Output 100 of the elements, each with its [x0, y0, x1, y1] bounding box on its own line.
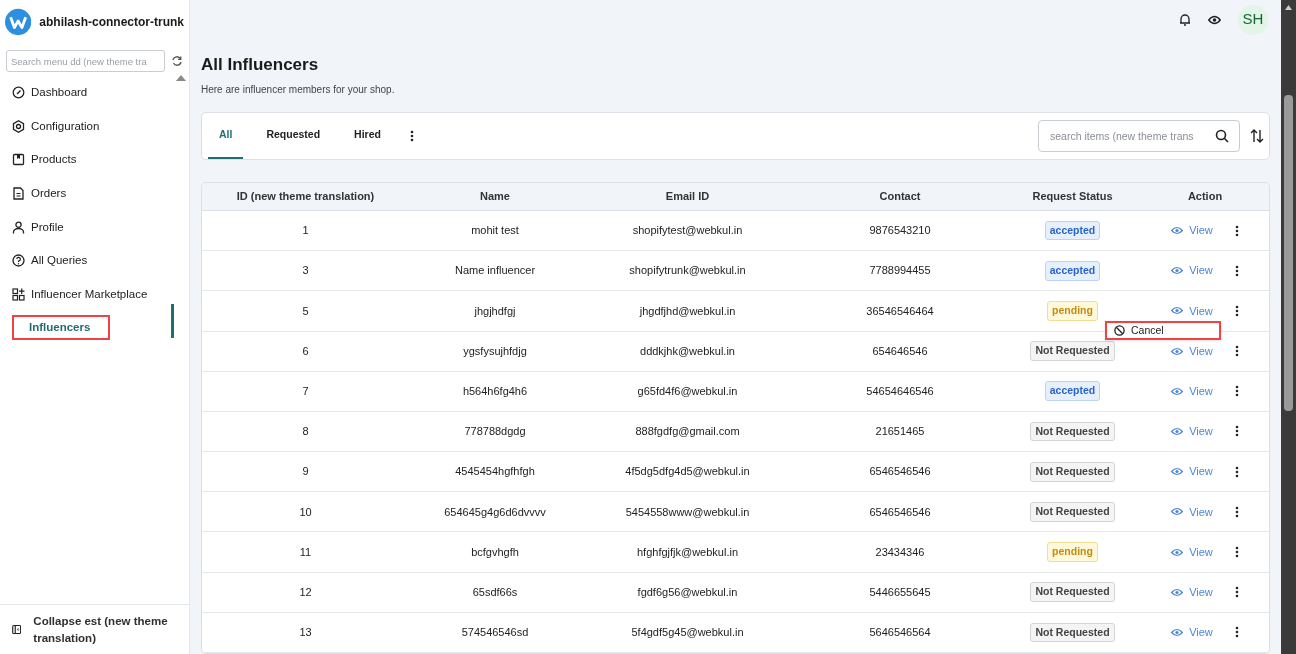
eye-icon [1171, 266, 1184, 276]
table-cell-text: hfghfgjfjk@webkul.in [635, 544, 740, 560]
collapse-icon[interactable] [12, 623, 22, 636]
eye-icon [1171, 386, 1184, 396]
eye-icon [1171, 627, 1184, 637]
more-icon[interactable] [1234, 505, 1239, 518]
table-cell-text: 6546546546 [868, 504, 932, 520]
filter-tab[interactable]: All [208, 112, 244, 159]
view-link[interactable]: View [1171, 423, 1213, 440]
table-cell-text: bcfgvhgfh [470, 544, 520, 560]
sidebar-item[interactable]: Profile [0, 210, 189, 244]
column-header: Action [1186, 189, 1224, 205]
eye-icon [1171, 346, 1184, 356]
view-link[interactable]: View [1171, 583, 1213, 601]
more-icon[interactable] [1234, 546, 1239, 559]
page-title: All Influencers [201, 54, 320, 77]
more-icon[interactable] [1234, 264, 1239, 277]
table-cell-text: 888fgdfg@gmail.com [634, 424, 741, 440]
table-cell-text: 11 [298, 544, 313, 560]
column-header: Request Status [1031, 189, 1114, 205]
status-badge: Not Requested [1030, 461, 1115, 482]
view-link[interactable]: View [1171, 624, 1213, 641]
collapse-link[interactable]: Collapse est (new theme translation) [33, 612, 177, 647]
view-link[interactable]: View [1171, 222, 1213, 239]
table-cell-text: shopifytrunk@webkul.in [628, 263, 747, 279]
status-badge: Not Requested [1030, 582, 1115, 603]
scroll-up-icon[interactable] [176, 75, 186, 81]
table-cell-text: jhgdfjhd@webkul.in [638, 303, 737, 319]
column-header: Contact [878, 189, 922, 205]
more-icon[interactable] [1234, 626, 1239, 639]
hexagon-icon [12, 119, 25, 133]
menu-item[interactable]: Cancel [1107, 323, 1219, 339]
table-cell-text: 654645g4g6d6dvvvv [443, 504, 547, 520]
view-link[interactable]: View [1171, 342, 1213, 360]
view-link[interactable]: View [1171, 543, 1213, 561]
status-badge: Not Requested [1030, 501, 1115, 522]
eye-icon [1171, 507, 1184, 517]
view-link[interactable]: View [1171, 463, 1213, 480]
more-icon[interactable] [1234, 224, 1239, 237]
menu-search-field[interactable]: Search menu dd (new theme tra [6, 50, 165, 72]
document-icon [12, 187, 25, 201]
refresh-icon[interactable] [171, 55, 183, 67]
more-icon[interactable] [1234, 586, 1239, 599]
gauge-icon [12, 86, 25, 100]
table-cell-text: 5f4gdf5g45@webkul.in [630, 625, 745, 641]
table-cell-text: 3 [301, 263, 310, 279]
more-icon[interactable] [1234, 465, 1239, 478]
column-header: ID (new theme translation) [235, 189, 376, 205]
help-icon [12, 254, 25, 268]
scroll-up-icon[interactable] [1285, 5, 1292, 10]
person-icon [12, 220, 25, 234]
sidebar-item[interactable]: Products [0, 143, 189, 177]
table-cell-text: 7 [301, 384, 310, 400]
status-badge: Not Requested [1030, 622, 1115, 643]
table-cell-text: 6 [301, 343, 310, 359]
more-icon[interactable] [1234, 385, 1239, 398]
search-icon[interactable] [1215, 128, 1229, 143]
eye-icon[interactable] [1208, 14, 1221, 25]
view-link[interactable]: View [1171, 503, 1213, 521]
sidebar-item[interactable]: Influencer Marketplace [0, 277, 189, 312]
table-cell-text: h564h6fg4h6 [461, 384, 529, 400]
scrollbar-thumb[interactable] [171, 304, 174, 338]
sidebar-subitem[interactable]: Influencers [12, 315, 110, 341]
scrollbar-thumb[interactable] [1284, 95, 1293, 411]
table-cell-text: 36546546464 [865, 303, 935, 319]
view-link[interactable]: View [1171, 262, 1213, 279]
user-avatar[interactable]: SH [1238, 4, 1268, 35]
more-icon[interactable] [1234, 425, 1239, 438]
table-cell-text: 5 [301, 303, 310, 319]
filter-tab[interactable]: Requested [255, 112, 332, 159]
table-cell-text: 5446655645 [868, 584, 932, 600]
table-cell-text: 21651465 [874, 424, 926, 440]
table-cell-text: 1 [301, 223, 310, 239]
view-link[interactable]: View [1171, 383, 1213, 400]
sort-icon[interactable] [1250, 128, 1264, 143]
sidebar-item[interactable]: Dashboard [0, 76, 189, 110]
status-badge: pending [1047, 301, 1098, 321]
more-icon[interactable] [1234, 345, 1239, 358]
bell-icon[interactable] [1179, 13, 1191, 27]
table-cell-text: 13 [298, 625, 313, 641]
search-field[interactable]: search items (new theme trans [1038, 119, 1240, 152]
sidebar-item[interactable]: All Queries [0, 243, 189, 278]
table-cell-text: mohit test [470, 223, 520, 239]
sidebar-item[interactable]: Orders [0, 176, 189, 211]
table-cell-text: jhgjhdfgj [473, 303, 517, 319]
app-name: abhilash-connector-trunk [39, 14, 184, 31]
page-subtitle: Here are influencer members for your shop. [201, 82, 396, 97]
sidebar-item[interactable]: Configuration [0, 109, 189, 144]
column-header: Email ID [664, 189, 711, 205]
grid-plus-icon [12, 287, 25, 301]
table-cell-text: 7788994455 [868, 263, 932, 279]
filter-tab[interactable]: Hired [343, 112, 392, 159]
view-link[interactable]: View [1171, 302, 1213, 320]
table-cell-text: 778788dgdg [463, 424, 527, 440]
eye-icon [1171, 467, 1184, 477]
table-cell-text: 9 [301, 464, 310, 480]
more-icon[interactable] [409, 129, 414, 142]
status-badge: Not Requested [1030, 421, 1115, 442]
more-icon[interactable] [1234, 304, 1239, 317]
table-cell-text: Name influencer [453, 263, 537, 279]
